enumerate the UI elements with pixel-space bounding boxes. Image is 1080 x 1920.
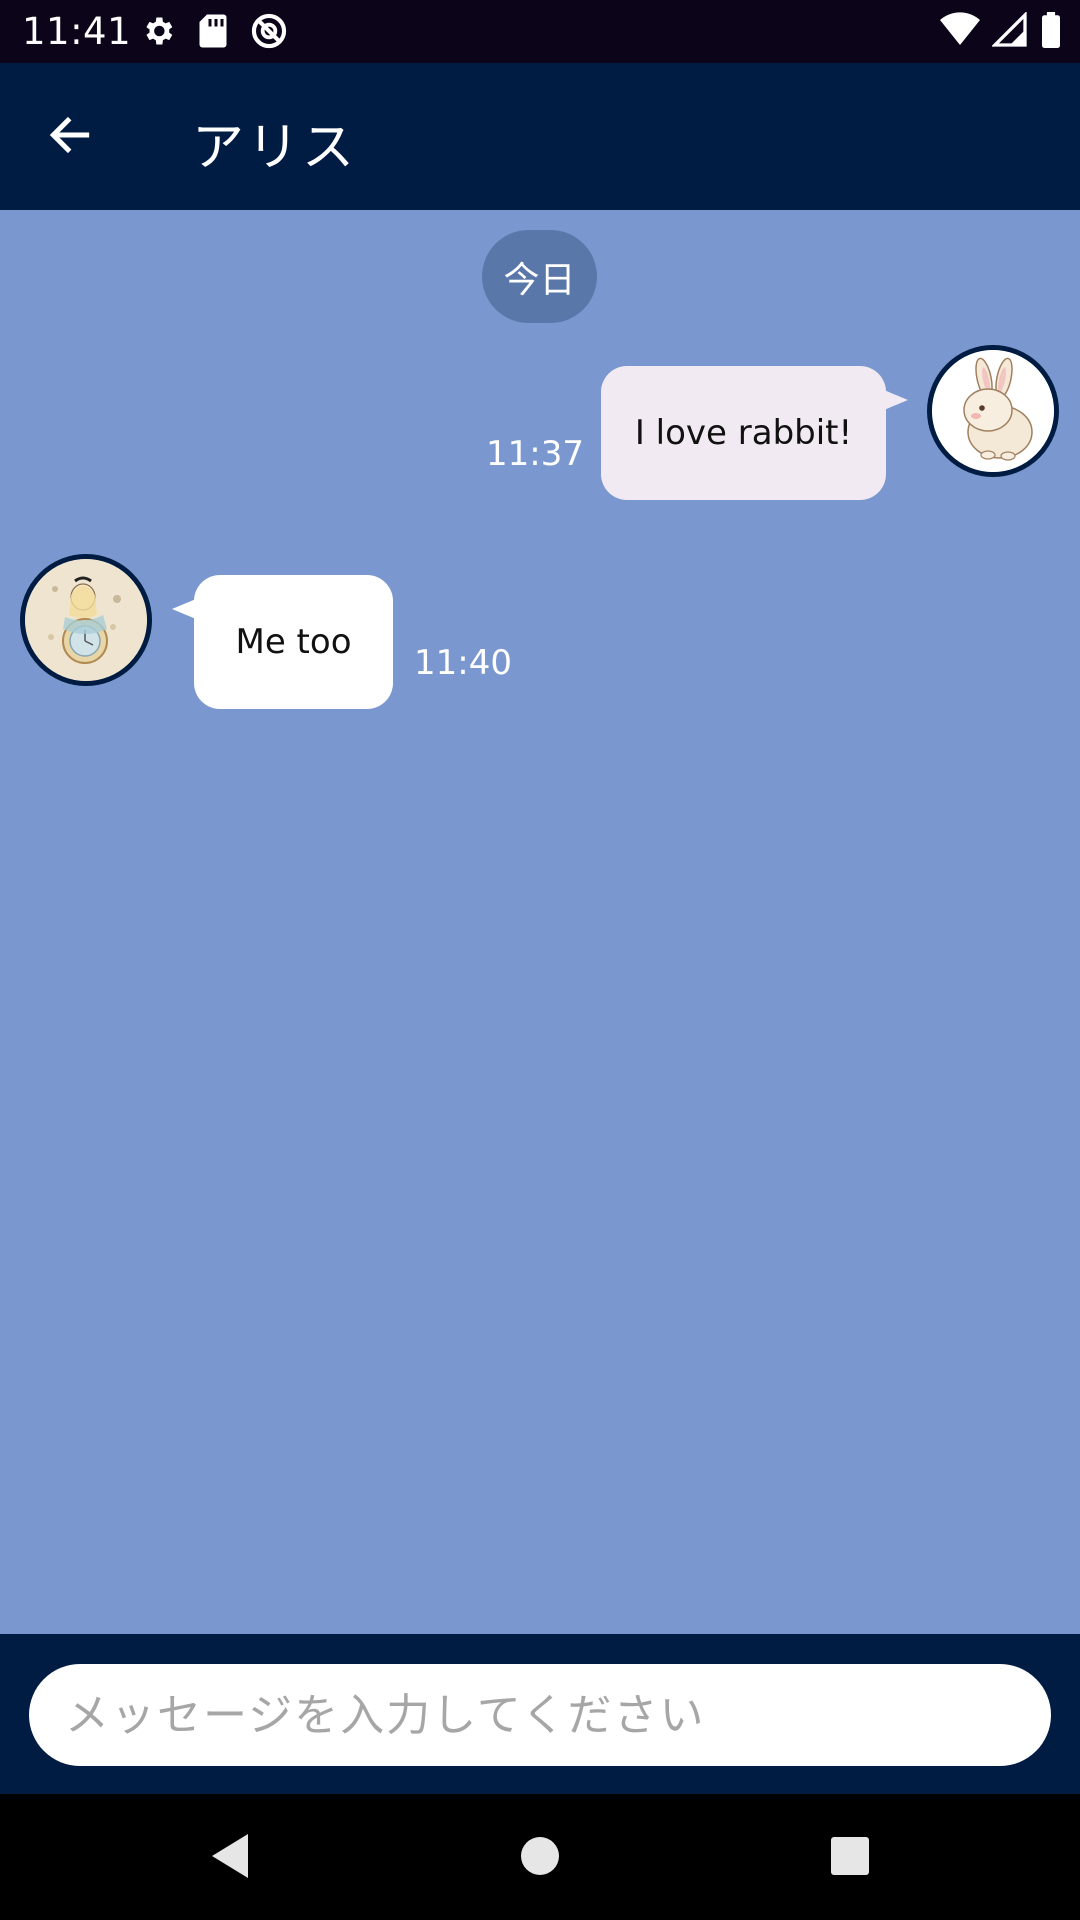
nav-recents-button[interactable] xyxy=(820,1830,880,1886)
settings-gear-icon xyxy=(140,13,176,53)
status-icons-right xyxy=(940,11,1062,52)
nav-home-circle-icon xyxy=(519,1835,561,1881)
outgoing-message-bubble[interactable]: I love rabbit! xyxy=(601,366,908,500)
chat-title: アリス xyxy=(192,118,358,178)
rabbit-avatar[interactable] xyxy=(927,345,1059,477)
alice-avatar[interactable] xyxy=(20,554,152,686)
back-button[interactable] xyxy=(40,109,100,165)
wifi-icon xyxy=(940,12,980,52)
battery-icon xyxy=(1040,12,1062,52)
input-bar xyxy=(0,1634,1080,1794)
status-time: 11:41 xyxy=(22,10,132,53)
nav-recents-square-icon xyxy=(829,1835,871,1881)
message-input[interactable] xyxy=(29,1664,1051,1766)
nav-back-triangle-icon xyxy=(208,1832,252,1884)
chat-area[interactable]: 今日 I love rabbit! 11:37 Me too 11:40 xyxy=(0,210,1080,1634)
sd-card-icon xyxy=(198,13,228,53)
cell-signal-icon xyxy=(991,11,1028,52)
nav-home-button[interactable] xyxy=(510,1830,570,1886)
no-disturb-icon xyxy=(250,12,288,54)
incoming-message-bubble[interactable]: Me too xyxy=(172,575,393,709)
outgoing-message-time: 11:37 xyxy=(486,434,584,474)
date-chip: 今日 xyxy=(482,230,597,323)
incoming-message-time: 11:40 xyxy=(414,643,512,683)
status-bar: 11:41 xyxy=(0,0,1080,63)
app-bar: アリス xyxy=(0,63,1080,210)
nav-back-button[interactable] xyxy=(200,1830,260,1886)
arrow-left-icon xyxy=(45,110,95,164)
status-icons-left xyxy=(140,12,288,54)
system-nav-bar xyxy=(0,1794,1080,1920)
